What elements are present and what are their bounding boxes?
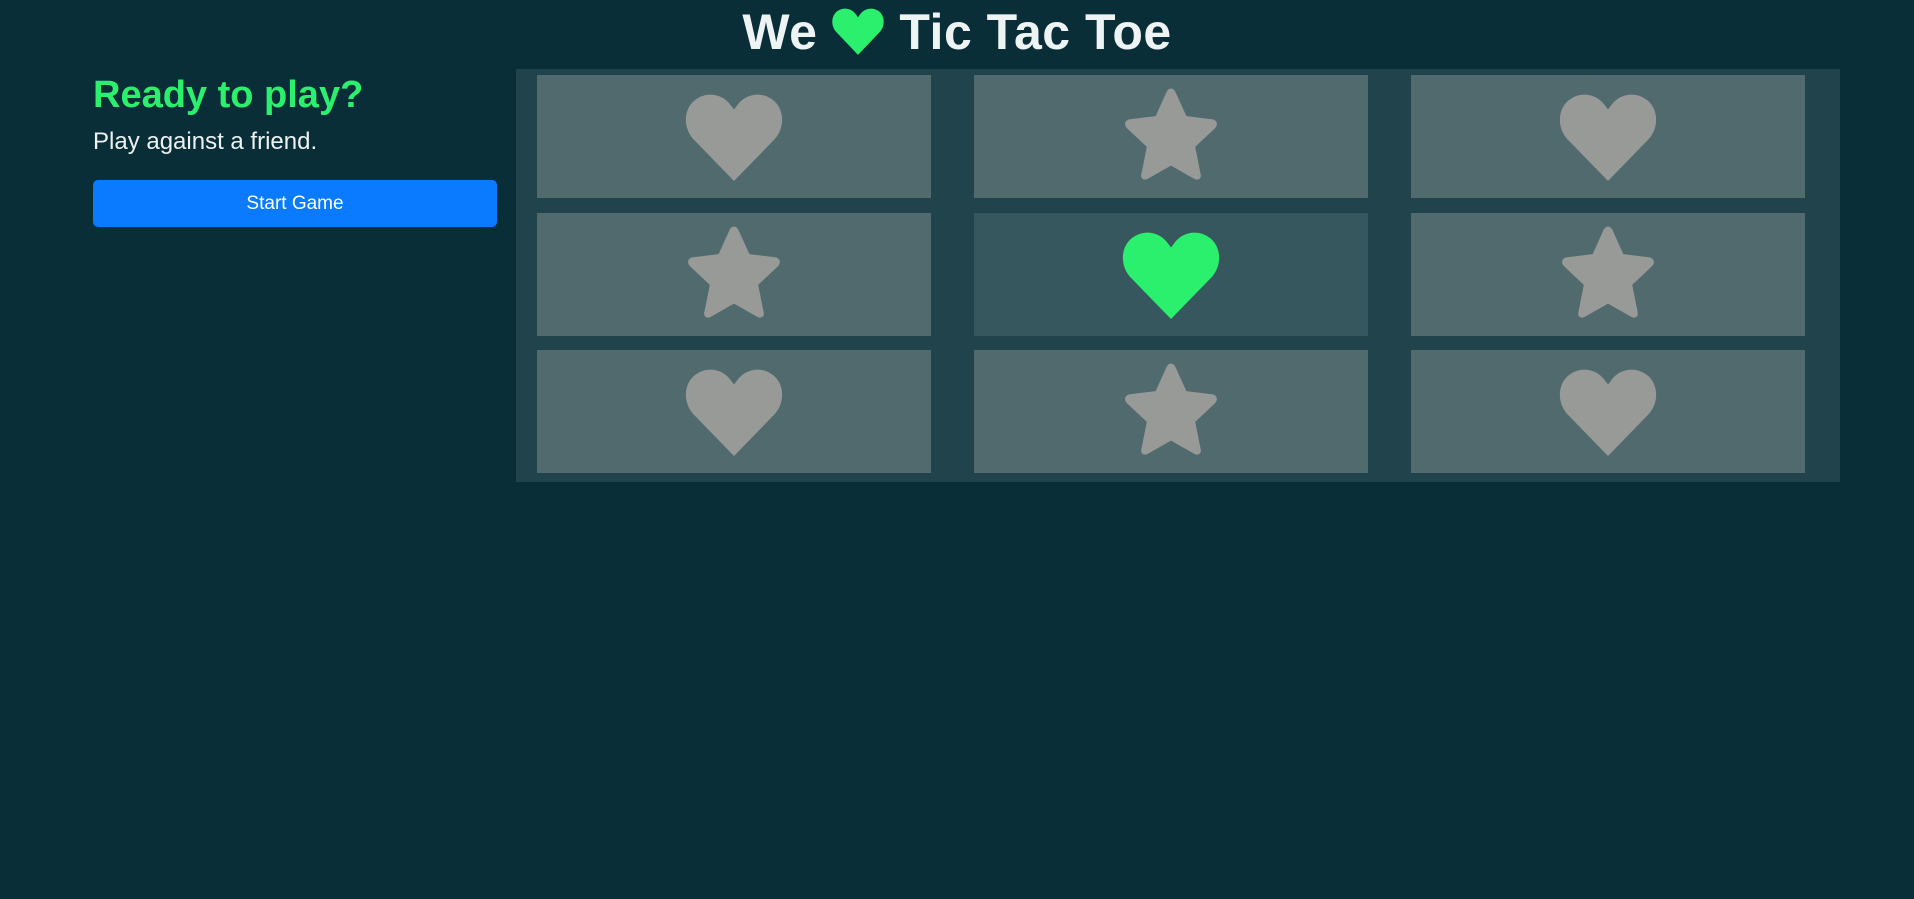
heart-icon (685, 94, 783, 181)
title-text-we: We (742, 4, 818, 60)
star-icon (688, 226, 780, 318)
heart-icon (1559, 369, 1657, 456)
game-page: We Tic Tac Toe Ready to play? Play again… (0, 0, 1914, 899)
heart-icon (831, 8, 885, 56)
mode-subtitle: Play against a friend. (93, 128, 318, 155)
star-icon (1125, 363, 1217, 455)
heart-icon (1122, 232, 1220, 319)
heart-icon (685, 369, 783, 456)
heart-icon-svg (832, 8, 885, 55)
board-cell-2[interactable] (974, 75, 1368, 198)
board-cell-9[interactable] (1411, 350, 1805, 473)
title-text-game: Tic Tac Toe (899, 4, 1172, 60)
start-game-button[interactable]: Start Game (93, 180, 497, 227)
board-cell-3[interactable] (1411, 75, 1805, 198)
board-cell-5[interactable] (974, 213, 1368, 336)
page-title: We Tic Tac Toe (0, 0, 1914, 64)
board-cell-6[interactable] (1411, 213, 1805, 336)
ready-headline: Ready to play? (93, 74, 364, 116)
star-icon (1562, 226, 1654, 318)
sidebar: Ready to play? Play against a friend. St… (93, 70, 497, 227)
star-icon (1125, 88, 1217, 180)
heart-icon (1559, 94, 1657, 181)
board-cell-7[interactable] (537, 350, 931, 473)
game-board (516, 69, 1840, 482)
board-cell-1[interactable] (537, 75, 931, 198)
board-cell-8[interactable] (974, 350, 1368, 473)
board-cell-4[interactable] (537, 213, 931, 336)
